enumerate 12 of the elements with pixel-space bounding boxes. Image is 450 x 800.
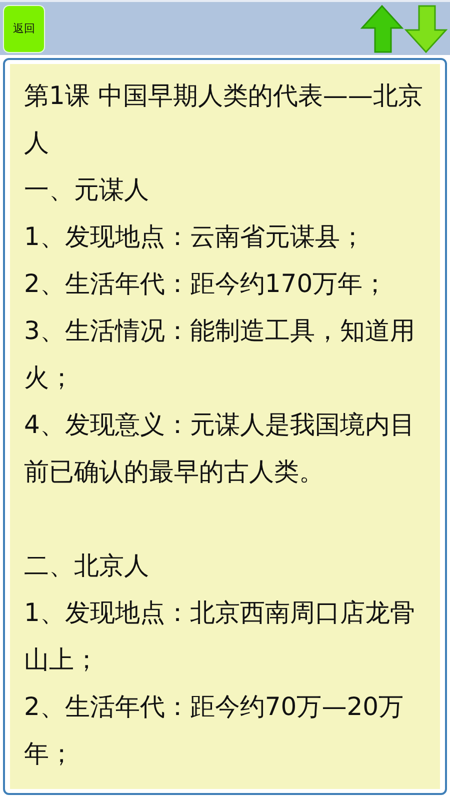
text-line: 3、生活情况：能制造工具，知道用火； — [24, 315, 416, 394]
section-heading: 二、北京人 — [24, 550, 150, 582]
back-button[interactable]: 返回 — [3, 4, 45, 52]
text-line: 1、发现地点：云南省元谋县； — [24, 221, 366, 253]
text-line: 1、发现地点：北京西南周口店龙骨山上； — [24, 597, 416, 676]
text-line: 2、生活年代：距今约70万—20万年； — [24, 691, 405, 770]
section-heading: 一、元谋人 — [24, 174, 150, 206]
down-arrow-icon[interactable] — [404, 4, 448, 54]
text-line: 4、发现意义：元谋人是我国境内目前已确认的最早的古人类。 — [24, 409, 416, 488]
text-line: 2、生活年代：距今约170万年； — [24, 268, 389, 300]
up-arrow-icon[interactable] — [360, 4, 404, 54]
lesson-title: 第1课 中国早期人类的代表——北京人 — [24, 80, 424, 159]
